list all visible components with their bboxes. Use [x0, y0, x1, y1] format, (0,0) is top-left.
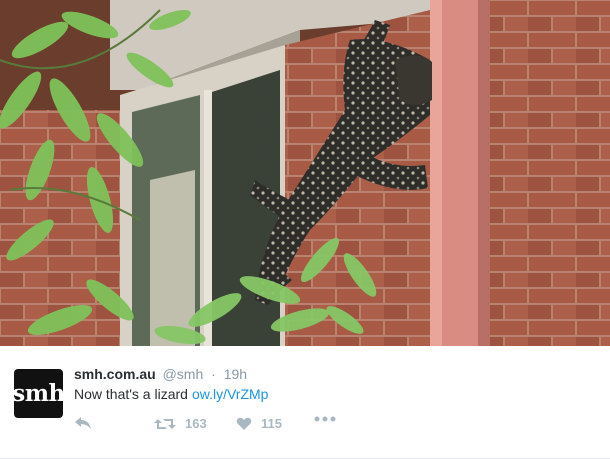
- display-name[interactable]: smh.com.au: [74, 366, 156, 382]
- tweet-photo[interactable]: [0, 0, 610, 346]
- retweet-icon: [154, 418, 176, 429]
- heart-icon: [236, 417, 252, 430]
- tweet-text: Now that's a lizard ow.ly/VrZMp: [74, 386, 268, 402]
- avatar-logo: smh: [12, 380, 65, 407]
- separator: ·: [211, 366, 216, 382]
- like-button[interactable]: 115: [236, 416, 282, 431]
- tweet-actions: 163 115: [74, 416, 374, 434]
- more-button[interactable]: [314, 416, 336, 422]
- tweet-card: smh smh.com.au @smh · 19h Now that's a l…: [0, 346, 610, 459]
- timestamp[interactable]: 19h: [224, 366, 247, 382]
- tweet-link[interactable]: ow.ly/VrZMp: [192, 386, 269, 402]
- avatar[interactable]: smh: [12, 369, 65, 418]
- more-icon: [314, 416, 336, 422]
- retweet-button[interactable]: 163: [154, 416, 207, 431]
- lizard-photo: [0, 0, 610, 346]
- tweet-body: Now that's a lizard: [74, 386, 188, 402]
- tweet-header: smh.com.au @smh · 19h: [74, 366, 247, 382]
- retweet-count: 163: [185, 416, 207, 431]
- reply-icon: [75, 417, 91, 429]
- like-count: 115: [261, 416, 282, 431]
- reply-button[interactable]: [74, 416, 92, 430]
- handle[interactable]: @smh: [163, 366, 204, 382]
